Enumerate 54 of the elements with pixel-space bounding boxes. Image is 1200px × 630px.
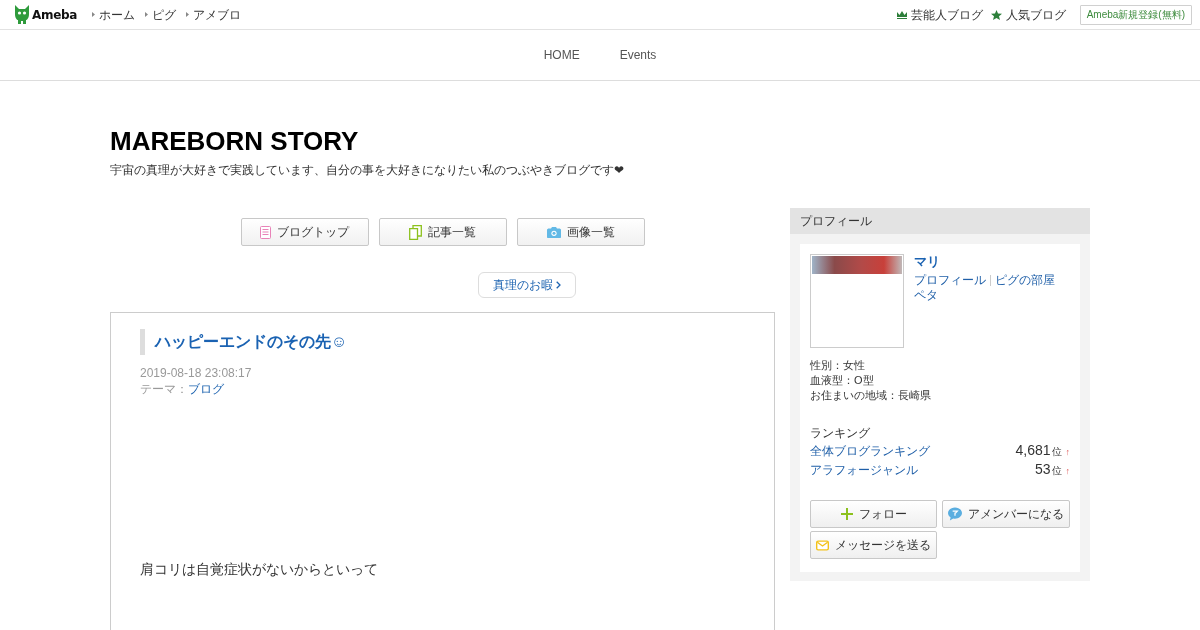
document-icon [260, 225, 271, 239]
triangle-icon [145, 12, 149, 17]
blog-description: 宇宙の真理が大好きで実践しています、自分の事を大好きになりたい私のつぶやきブログです❤ [110, 162, 626, 179]
article-date: 2019-08-18 23:08:17 [140, 365, 253, 381]
chevron-right-icon [556, 281, 561, 289]
triangle-icon [186, 12, 190, 17]
blog-nav-link[interactable]: HOME [543, 48, 580, 62]
profile-link[interactable]: プロフィール [914, 273, 986, 288]
blog-menu-button[interactable]: 記事一覧 [378, 218, 507, 246]
article-paragraph: 肩コリは自覚症状がないからといって [140, 560, 379, 579]
profile-link[interactable]: ペタ [914, 288, 1070, 303]
creature-icon [14, 5, 30, 24]
amember-button[interactable]: アメンバーになる [942, 500, 1070, 528]
ranking-heading: ランキング [810, 425, 871, 442]
blog-menu-button[interactable]: 画像一覧 [516, 218, 645, 246]
rank-unit: 位 [1051, 445, 1062, 459]
next-entry-link[interactable]: 真理のお暇 [478, 272, 576, 298]
documents-icon [409, 224, 422, 240]
ranking-link[interactable]: アラフォージャンル [810, 462, 918, 479]
plus-icon [840, 508, 853, 520]
profile-name[interactable]: マリ [914, 254, 1070, 270]
triangle-icon [92, 12, 96, 17]
rank-trend: ↑ [1065, 466, 1070, 476]
header-link[interactable]: 人気ブログ [990, 6, 1066, 23]
star-icon [990, 9, 1002, 20]
header-link[interactable]: ホーム [92, 6, 136, 23]
signup-button[interactable]: Ameba新規登録(無料) [1079, 4, 1192, 25]
profile-detail: お住まいの地域：長崎県 [810, 388, 932, 403]
rank-trend: ↑ [1065, 447, 1070, 457]
profile-heading: プロフィール [790, 208, 1090, 234]
profile-detail: 血液型：O型 [810, 373, 875, 388]
blog-title[interactable]: MAREBORN STORY [110, 125, 1090, 157]
camera-icon [546, 226, 561, 238]
crown-icon [896, 10, 907, 19]
profile-detail: 性別：女性 [810, 358, 866, 373]
blog-menu-button[interactable]: ブログトップ [240, 218, 369, 246]
ranking-link[interactable]: 全体ブログランキング [810, 443, 930, 460]
rank-number: 4,681 [1015, 442, 1051, 458]
speech-bubble-icon [948, 507, 962, 521]
envelope-icon [816, 539, 829, 551]
message-button[interactable]: メッセージを送る [810, 531, 937, 559]
follow-button[interactable]: フォロー [810, 500, 937, 528]
article-title[interactable]: ハッピーエンドのその先☺ [140, 329, 745, 355]
logo-text[interactable]: Ameba [32, 7, 78, 22]
rank-unit: 位 [1051, 464, 1062, 478]
profile-link[interactable]: ピグの部屋 [995, 273, 1055, 288]
photo-frame[interactable] [810, 254, 904, 348]
theme-label: テーマ： [140, 381, 188, 397]
header-link[interactable]: アメブロ [186, 6, 242, 23]
theme-link[interactable]: ブログ [188, 381, 224, 397]
blog-nav-link[interactable]: Events [619, 48, 657, 62]
rank-number: 53 [1034, 461, 1051, 477]
header-link[interactable]: 芸能人ブログ [896, 6, 983, 23]
header-link[interactable]: ピグ [145, 6, 177, 23]
